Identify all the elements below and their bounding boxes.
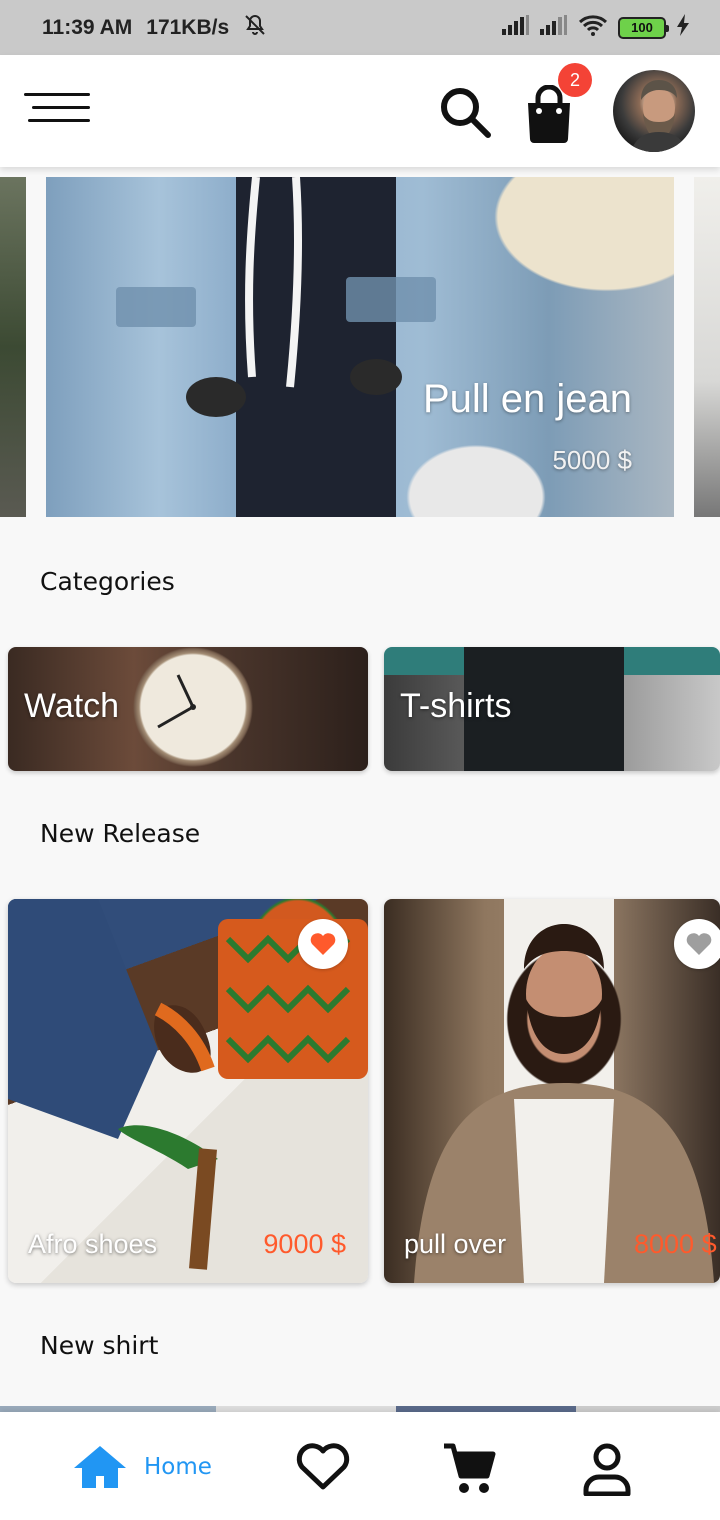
- product-name: pull over: [404, 1229, 507, 1259]
- nav-item-favorites[interactable]: [296, 1442, 350, 1496]
- avatar[interactable]: [613, 70, 695, 152]
- status-network-speed: 171KB/s: [146, 15, 230, 39]
- heart-filled-icon: [310, 933, 336, 955]
- product-price: 9000 $: [263, 1229, 346, 1259]
- cart-count-badge: 2: [558, 63, 592, 97]
- status-time: 11:39 AM: [42, 15, 133, 39]
- favorite-button[interactable]: [298, 919, 348, 969]
- cart-icon: [444, 1443, 496, 1493]
- signal-icon: [540, 14, 568, 41]
- product-price: 8000 $: [634, 1229, 717, 1259]
- status-right: 100: [502, 13, 690, 42]
- category-card-tshirts[interactable]: T-shirts: [384, 647, 720, 771]
- new-release-title: New Release: [40, 819, 201, 848]
- nav-item-profile[interactable]: [580, 1442, 634, 1497]
- product-card-afro-shoes[interactable]: Afro shoes 9000 $: [8, 899, 368, 1283]
- heart-icon: [296, 1443, 350, 1490]
- category-card-watch[interactable]: Watch: [8, 647, 368, 771]
- battery-level: 100: [631, 20, 653, 35]
- signal-icon: [502, 14, 530, 41]
- pull-over-image: [414, 924, 714, 1283]
- category-label-watch: Watch: [24, 687, 120, 725]
- nav-item-cart[interactable]: [442, 1442, 496, 1496]
- battery-icon: 100: [618, 16, 669, 39]
- status-left: 11:39 AM 171KB/s: [42, 13, 267, 43]
- categories-title: Categories: [40, 567, 175, 596]
- banner-price: 5000 $: [552, 445, 632, 475]
- user-icon: [583, 1443, 631, 1497]
- home-icon: [74, 1446, 126, 1488]
- new-shirt-title: New shirt: [40, 1331, 159, 1360]
- bottom-nav: Home: [0, 1412, 720, 1520]
- menu-icon[interactable]: [24, 93, 90, 129]
- app-bar: 2: [0, 55, 720, 167]
- banner-prev-peek[interactable]: [0, 177, 26, 517]
- wifi-icon: [578, 14, 608, 42]
- banner-card[interactable]: Pull en jean 5000 $: [46, 177, 674, 517]
- charging-icon: [676, 13, 690, 42]
- search-icon[interactable]: [438, 85, 492, 139]
- banner-next-peek[interactable]: [694, 177, 720, 517]
- category-label-tshirts: T-shirts: [400, 687, 512, 725]
- nav-home-label: Home: [144, 1454, 212, 1480]
- bell-off-icon: [243, 13, 267, 43]
- banner-title: Pull en jean: [422, 377, 632, 421]
- product-card-pull-over[interactable]: pull over 8000 $: [384, 899, 720, 1283]
- favorite-button[interactable]: [674, 919, 720, 969]
- status-bar: 11:39 AM 171KB/s 100: [0, 0, 720, 55]
- heart-icon: [686, 933, 712, 955]
- product-name: Afro shoes: [28, 1229, 158, 1259]
- nav-item-home[interactable]: Home: [72, 1442, 212, 1492]
